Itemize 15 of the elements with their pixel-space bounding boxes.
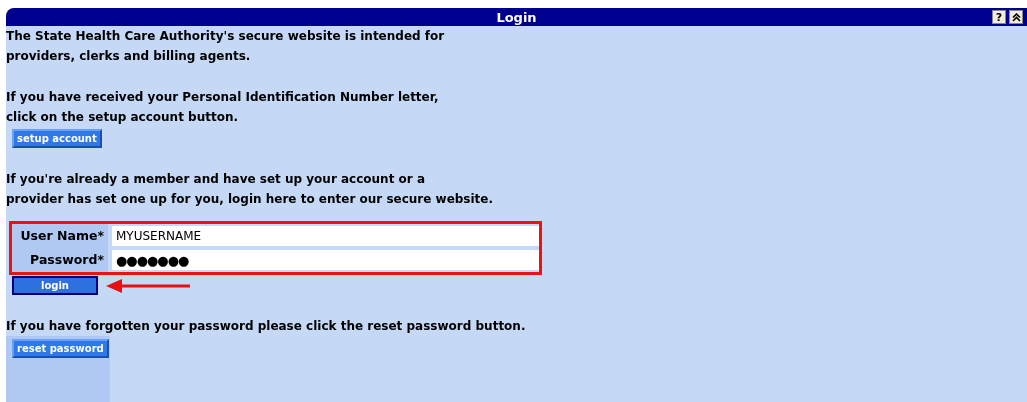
login-text: If you're already a member and have set up your account or a provider has set one up for you, login here to enter our secure website. (6, 171, 495, 208)
header-title: Login (496, 9, 537, 25)
field-label: User Name* (12, 224, 108, 248)
reset-password-button[interactable]: reset password (12, 339, 109, 358)
password-field[interactable]: ●●●●●●● (112, 250, 539, 270)
help-button[interactable]: ? (992, 10, 1006, 24)
setup-text: If you have received your Personal Identification Number letter, click on the setup account button. (6, 89, 440, 126)
collapse-button[interactable] (1009, 10, 1023, 24)
reset-text: If you have forgotten your password please click the reset password button. (6, 318, 527, 335)
field-label: Password* (12, 248, 108, 272)
double-chevron-up-icon (1011, 12, 1021, 22)
setup-account-button[interactable]: setup account (12, 129, 102, 148)
username-field[interactable]: MYUSERNAME (112, 226, 539, 246)
intro-text: The State Health Care Authority's secure website is intended for providers, clerks and billing agents. (6, 28, 446, 65)
login-button[interactable]: login (12, 276, 98, 295)
